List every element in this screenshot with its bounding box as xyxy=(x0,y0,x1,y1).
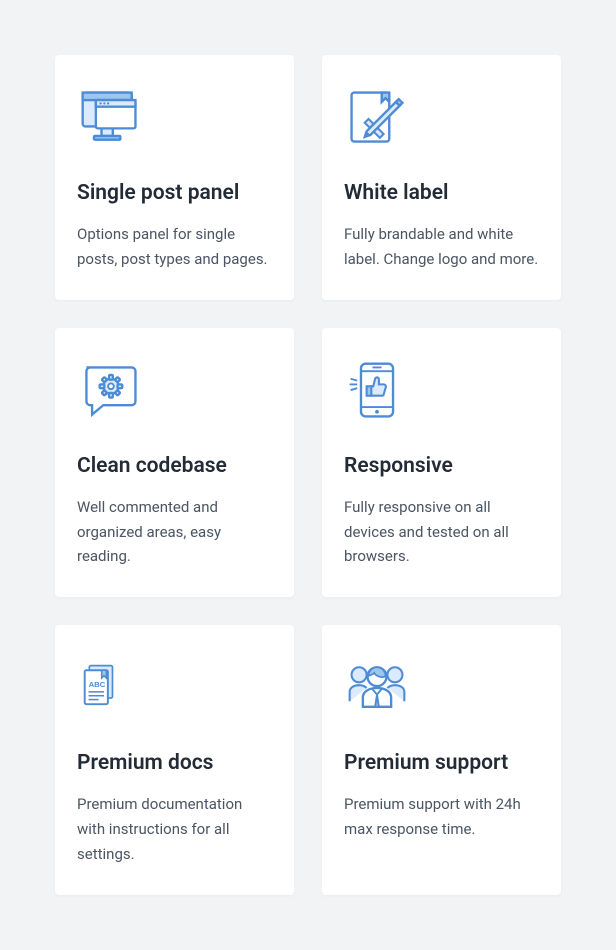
feature-card-premium-docs: ABC Premium docs Premium documentation w… xyxy=(55,625,294,894)
team-people-icon xyxy=(344,653,539,723)
documents-abc-icon: ABC xyxy=(77,653,272,723)
feature-card-clean-codebase: Clean codebase Well commented and organi… xyxy=(55,328,294,597)
feature-card-responsive: Responsive Fully responsive on all devic… xyxy=(322,328,561,597)
feature-description: Fully brandable and white label. Change … xyxy=(344,222,539,272)
feature-card-premium-support: Premium support Premium support with 24h… xyxy=(322,625,561,894)
phone-thumbsup-icon xyxy=(344,356,539,426)
feature-title: White label xyxy=(344,181,539,206)
svg-text:ABC: ABC xyxy=(89,680,106,689)
feature-title: Premium support xyxy=(344,751,539,776)
feature-description: Premium documentation with instructions … xyxy=(77,792,272,866)
feature-title: Premium docs xyxy=(77,751,272,776)
chat-gear-icon xyxy=(77,356,272,426)
pencil-paper-icon xyxy=(344,83,539,153)
feature-description: Options panel for single posts, post typ… xyxy=(77,222,272,272)
feature-title: Responsive xyxy=(344,454,539,479)
feature-card-single-post-panel: Single post panel Options panel for sing… xyxy=(55,55,294,300)
feature-description: Premium support with 24h max response ti… xyxy=(344,792,539,842)
feature-title: Clean codebase xyxy=(77,454,272,479)
computer-panel-icon xyxy=(77,83,272,153)
feature-description: Well commented and organized areas, easy… xyxy=(77,495,272,569)
feature-card-white-label: White label Fully brandable and white la… xyxy=(322,55,561,300)
feature-title: Single post panel xyxy=(77,181,272,206)
features-grid: Single post panel Options panel for sing… xyxy=(55,55,561,895)
feature-description: Fully responsive on all devices and test… xyxy=(344,495,539,569)
